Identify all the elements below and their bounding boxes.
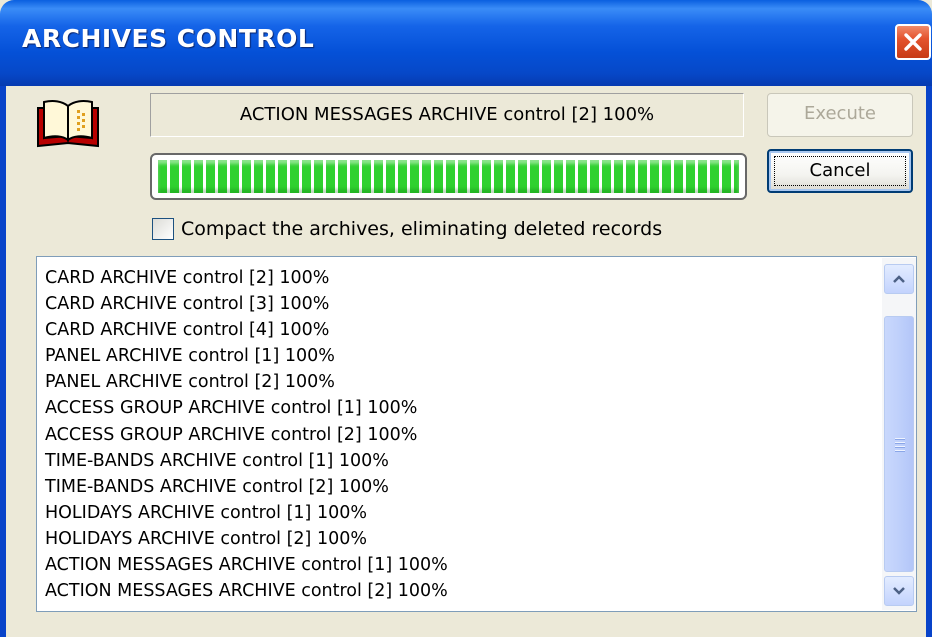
cancel-button[interactable]: Cancel [767,149,913,193]
open-book-icon [37,100,99,148]
log-items: CARD ARCHIVE control [2] 100% CARD ARCHIV… [45,265,880,604]
chevron-down-icon [893,587,905,595]
list-item[interactable]: ACTION MESSAGES ARCHIVE control [1] 100% [45,552,880,578]
progress-bar [150,153,747,200]
list-item[interactable]: CARD ARCHIVE control [2] 100% [45,265,880,291]
compact-checkbox[interactable] [152,218,174,240]
list-item[interactable]: TIME-BANDS ARCHIVE control [1] 100% [45,448,880,474]
scroll-down-button[interactable] [884,576,914,606]
list-item[interactable]: PANEL ARCHIVE control [1] 100% [45,343,880,369]
list-item[interactable]: PANEL ARCHIVE control [2] 100% [45,369,880,395]
status-text: ACTION MESSAGES ARCHIVE control [2] 100% [150,93,744,137]
list-item[interactable]: ACCESS GROUP ARCHIVE control [1] 100% [45,395,880,421]
list-item[interactable]: HOLIDAYS ARCHIVE control [2] 100% [45,526,880,552]
window-title: ARCHIVES CONTROL [22,24,315,53]
list-item[interactable]: TIME-BANDS ARCHIVE control [2] 100% [45,474,880,500]
vertical-scrollbar[interactable] [882,258,916,610]
scroll-thumb[interactable] [884,316,914,572]
list-item[interactable]: ACTION MESSAGES ARCHIVE control [2] 100% [45,578,880,604]
archives-control-dialog: ARCHIVES CONTROL ACTION MESSAGES ARCHIVE… [0,0,932,637]
archive-log-list[interactable]: CARD ARCHIVE control [2] 100% CARD ARCHIV… [36,256,917,612]
list-item[interactable]: CARD ARCHIVE control [3] 100% [45,291,880,317]
progress-fill [158,160,739,193]
list-item[interactable]: ACCESS GROUP ARCHIVE control [2] 100% [45,422,880,448]
scroll-up-button[interactable] [884,264,914,294]
close-button[interactable] [895,24,931,60]
chevron-up-icon [893,275,905,283]
execute-button[interactable]: Execute [767,93,913,137]
window-border-right [926,86,932,637]
cancel-button-label: Cancel [809,160,871,181]
scroll-grip [895,438,905,454]
list-item[interactable]: HOLIDAYS ARCHIVE control [1] 100% [45,500,880,526]
title-bar[interactable]: ARCHIVES CONTROL [0,0,932,86]
close-icon [904,33,922,51]
window-border-left [0,86,6,637]
list-item[interactable]: CARD ARCHIVE control [4] 100% [45,317,880,343]
compact-checkbox-label[interactable]: Compact the archives, eliminating delete… [181,217,662,241]
